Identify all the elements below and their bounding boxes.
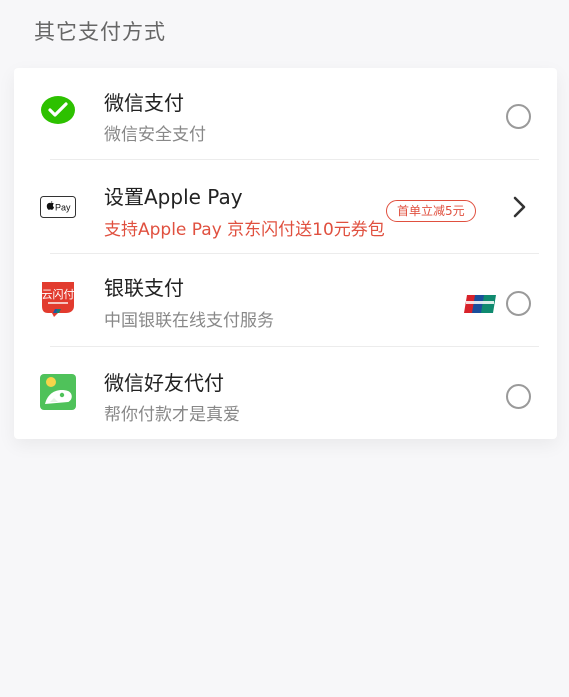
payment-option-title: 微信支付 (104, 91, 184, 115)
wechat-friend-pay-icon (40, 374, 76, 410)
cloud-quickpass-icon: 云闪付 (40, 280, 76, 317)
cloud-quickpass-logo-text: 云闪付 (42, 287, 75, 301)
promo-badge: 首单立减5元 (386, 200, 476, 222)
payment-methods-list: 微信支付 微信安全支付 Pay 设置Apple Pay 支持Apple Pay … (14, 68, 557, 439)
radio-button[interactable] (506, 291, 531, 316)
payment-option-unionpay[interactable]: 云闪付 银联支付 中国银联在线支付服务 (14, 254, 557, 347)
payment-option-title: 微信好友代付 (104, 371, 224, 395)
payment-option-apple-pay[interactable]: Pay 设置Apple Pay 支持Apple Pay 京东闪付送10元券包 首… (14, 160, 557, 253)
payment-option-wechat-friend[interactable]: 微信好友代付 帮你付款才是真爱 (14, 347, 557, 440)
chevron-right-icon[interactable] (508, 195, 532, 219)
payment-option-subtitle: 中国银联在线支付服务 (104, 311, 274, 331)
apple-pay-icon: Pay (40, 189, 76, 225)
radio-button[interactable] (506, 104, 531, 129)
payment-option-subtitle: 支持Apple Pay 京东闪付送10元券包 (104, 220, 385, 240)
payment-option-title: 银联支付 (104, 276, 184, 300)
radio-button[interactable] (506, 384, 531, 409)
wechat-pay-icon (40, 93, 76, 129)
unionpay-logo-icon (464, 295, 496, 313)
payment-option-title: 设置Apple Pay (104, 185, 243, 209)
payment-option-subtitle: 微信安全支付 (104, 125, 206, 145)
payment-option-subtitle: 帮你付款才是真爱 (104, 405, 240, 425)
section-title: 其它支付方式 (34, 20, 166, 44)
payment-option-wechat[interactable]: 微信支付 微信安全支付 (14, 68, 557, 161)
apple-pay-logo-text: Pay (55, 203, 71, 213)
